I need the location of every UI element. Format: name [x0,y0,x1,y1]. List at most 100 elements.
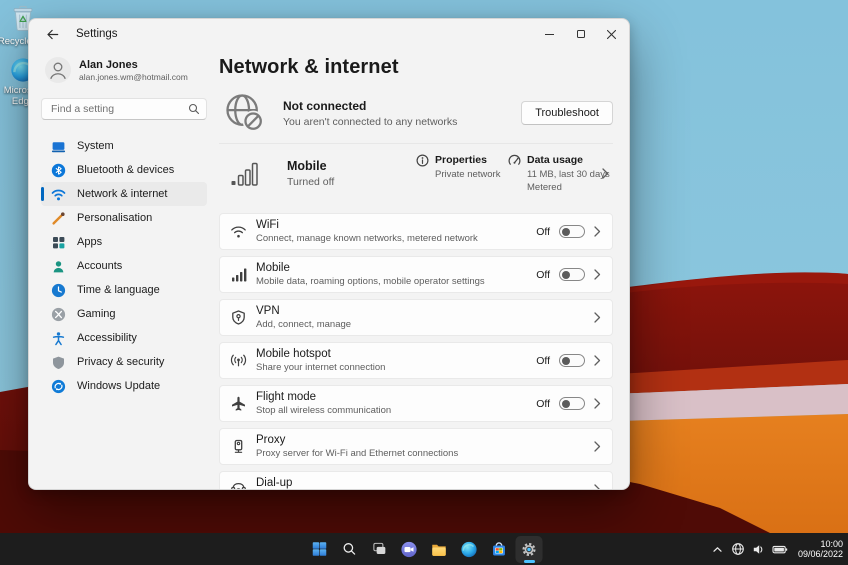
wifi-icon [220,223,256,240]
store-icon [490,540,509,559]
taskbar-clock[interactable]: 10:00 09/06/2022 [795,539,843,560]
desktop: Recycle Bin Microsoft Edge Settings [0,0,848,565]
proxy-icon [220,438,256,455]
connection-status-subtitle: You aren't connected to any networks [283,116,457,128]
apps-icon [51,235,66,250]
search-icon [340,540,358,558]
wifi-toggle[interactable] [559,225,585,238]
tray-date: 09/06/2022 [798,549,843,560]
hotspot-toggle[interactable] [559,354,585,367]
tray-network-globe-icon[interactable] [731,542,745,556]
setting-row-mobile-hotspot[interactable]: Mobile hotspot Share your internet conne… [219,342,613,379]
settings-list: WiFi Connect, manage known networks, met… [219,213,613,490]
toggle-knob [562,357,570,365]
tray-time: 10:00 [798,539,843,550]
edge-icon [460,540,479,559]
settings-taskbar-button[interactable] [516,536,543,563]
setting-row-mobile[interactable]: Mobile Mobile data, roaming options, mob… [219,256,613,293]
sidebar-item-accounts[interactable]: Accounts [41,254,207,278]
sidebar-item-time-language[interactable]: Time & language [41,278,207,302]
mobile-status-row[interactable]: Mobile Turned off Properties Private net… [219,144,613,202]
account-email: alan.jones.wm@hotmail.com [79,72,188,82]
connection-status-title: Not connected [283,99,457,113]
avatar [45,57,71,83]
search-input[interactable] [41,98,207,120]
chevron-right-icon [594,355,601,366]
sidebar-item-apps[interactable]: Apps [41,230,207,254]
back-button[interactable] [43,25,61,43]
accounts-icon [51,259,66,274]
setting-row-vpn[interactable]: VPN Add, connect, manage [219,299,613,336]
flight-mode-toggle-state: Off [536,398,550,410]
search-icon [188,103,200,115]
task-view-icon [370,540,388,558]
chevron-right-icon [594,484,601,490]
settings-window: Settings Ala [28,18,630,490]
setting-row-proxy[interactable]: Proxy Proxy server for Wi-Fi and Etherne… [219,428,613,465]
sidebar-item-accessibility[interactable]: Accessibility [41,326,207,350]
start-button[interactable] [306,536,333,563]
network-icon [51,187,66,202]
mobile-toggle[interactable] [559,268,585,281]
sidebar-item-personalisation[interactable]: Personalisation [41,206,207,230]
airplane-icon [220,395,256,412]
troubleshoot-button[interactable]: Troubleshoot [521,101,613,125]
account-block[interactable]: Alan Jones alan.jones.wm@hotmail.com [45,57,207,83]
edge-button[interactable] [456,536,483,563]
maximize-icon [577,30,585,38]
sidebar: Alan Jones alan.jones.wm@hotmail.com Sys… [29,49,219,489]
setting-row-dial-up[interactable]: Dial-up Set up a dial-up internet connec… [219,471,613,490]
store-button[interactable] [486,536,513,563]
flight-mode-toggle[interactable] [559,397,585,410]
chevron-right-icon [602,168,609,179]
data-usage-gauge-icon [508,154,521,167]
properties-column: Properties Private network [416,154,500,180]
tray-battery-icon[interactable] [772,543,788,556]
task-view-button[interactable] [366,536,393,563]
personalisation-icon [51,211,66,226]
page-content: Network & internet Not connected You are… [219,49,629,489]
cellular-icon [220,266,256,283]
gaming-icon [51,307,66,322]
windows-update-icon [51,379,66,394]
system-icon [51,139,66,154]
settings-gear-icon [520,540,539,559]
chevron-right-icon [594,312,601,323]
info-icon [416,154,429,167]
back-arrow-icon [45,27,60,42]
sidebar-nav: System Bluetooth & devices Network & int… [41,134,207,398]
taskbar-search-button[interactable] [336,536,363,563]
connection-status-hero: Not connected You aren't connected to an… [219,89,613,137]
chevron-right-icon [594,441,601,452]
setting-row-wifi[interactable]: WiFi Connect, manage known networks, met… [219,213,613,250]
sidebar-item-network-internet[interactable]: Network & internet [41,182,207,206]
privacy-shield-icon [51,355,66,370]
page-title: Network & internet [219,55,613,79]
taskbar: 10:00 09/06/2022 [0,533,848,565]
sidebar-item-windows-update[interactable]: Windows Update [41,374,207,398]
tray-chevron-up-icon[interactable] [711,543,724,556]
sidebar-item-privacy-security[interactable]: Privacy & security [41,350,207,374]
bluetooth-icon [51,163,66,178]
globe-disconnected-icon [223,91,267,135]
toggle-knob [562,228,570,236]
tray-speaker-icon[interactable] [752,543,765,556]
minimize-icon [545,34,554,35]
time-language-icon [51,283,66,298]
setting-row-flight-mode[interactable]: Flight mode Stop all wireless communicat… [219,385,613,422]
data-usage-column: Data usage 11 MB, last 30 days Metered [508,154,610,193]
file-explorer-icon [430,540,449,559]
file-explorer-button[interactable] [426,536,453,563]
hotspot-toggle-state: Off [536,355,550,367]
maximize-button[interactable] [565,19,596,49]
sidebar-item-gaming[interactable]: Gaming [41,302,207,326]
close-button[interactable] [596,19,627,49]
sidebar-item-bluetooth-devices[interactable]: Bluetooth & devices [41,158,207,182]
sidebar-item-system[interactable]: System [41,134,207,158]
mobile-toggle-state: Off [536,269,550,281]
minimize-button[interactable] [534,19,565,49]
chat-icon [400,540,419,559]
chat-button[interactable] [396,536,423,563]
status-network-name: Mobile [287,159,334,173]
status-network-state: Turned off [287,176,334,188]
